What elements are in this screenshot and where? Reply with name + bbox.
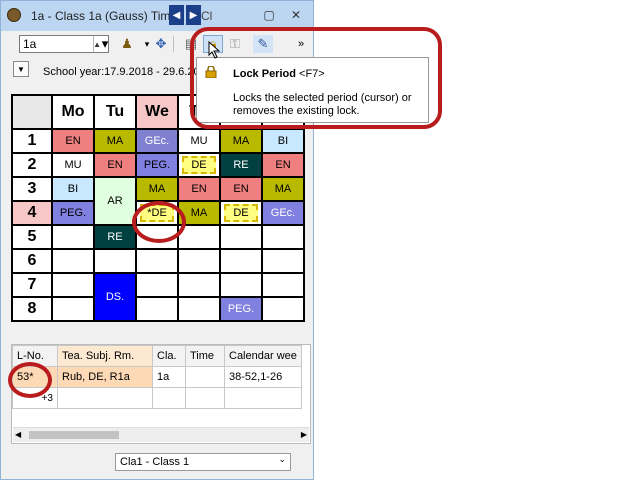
cell-empty	[152, 387, 186, 409]
empty-cell[interactable]	[261, 296, 305, 322]
class-list-select[interactable]: Cla1 - Class 1 ⌄	[115, 453, 291, 471]
scroll-right-icon[interactable]: ▶	[301, 430, 307, 439]
empty-cell[interactable]	[177, 296, 221, 322]
empty-cell[interactable]	[93, 248, 137, 274]
empty-cell[interactable]	[219, 248, 263, 274]
empty-cell[interactable]	[261, 272, 305, 298]
cell-empty	[57, 387, 153, 409]
class-select-value: 1a	[23, 37, 37, 51]
period-header-4[interactable]: 4	[11, 200, 53, 226]
lesson-cell[interactable]: EN	[177, 176, 221, 202]
highlight-ring-tooltip	[190, 27, 442, 129]
empty-cell[interactable]	[135, 296, 179, 322]
col-header-calendar-week[interactable]: Calendar wee	[224, 345, 302, 367]
toolbar-separator	[173, 36, 174, 52]
cell-teacher-subject-room[interactable]: Rub, DE, R1a	[57, 366, 153, 388]
scroll-thumb[interactable]	[29, 431, 119, 439]
cell-class[interactable]: 1a	[152, 366, 186, 388]
col-header-time[interactable]: Time	[185, 345, 225, 367]
lesson-cell[interactable]: GEc.	[135, 128, 179, 154]
lesson-cell[interactable]: PEG.	[135, 152, 179, 178]
empty-cell[interactable]	[177, 272, 221, 298]
cell-empty	[224, 387, 302, 409]
class-list-select-value: Cla1 - Class 1	[120, 456, 190, 468]
app-clock-icon	[7, 8, 21, 22]
lesson-cell[interactable]: MA	[135, 176, 179, 202]
empty-cell[interactable]	[51, 248, 95, 274]
empty-cell[interactable]	[51, 224, 95, 250]
lesson-cell[interactable]: PEG.	[51, 200, 95, 226]
lesson-cell-locked[interactable]: DE	[177, 152, 221, 178]
maximize-button[interactable]: ▢	[261, 7, 277, 23]
lesson-cell[interactable]: RE	[219, 152, 263, 178]
empty-cell[interactable]	[177, 248, 221, 274]
lesson-cell[interactable]: BI	[51, 176, 95, 202]
col-header-class[interactable]: Cla.	[152, 345, 186, 367]
lesson-cell[interactable]: AR	[93, 176, 137, 226]
move-icon[interactable]: ✥	[151, 35, 171, 53]
dropdown-arrow-icon[interactable]: ▾	[95, 35, 115, 53]
day-header-tu[interactable]: Tu	[93, 94, 137, 130]
lesson-cell[interactable]: PEG.	[219, 296, 263, 322]
prev-arrow-icon[interactable]: ◀	[169, 5, 184, 25]
lesson-cell[interactable]: MA	[261, 176, 305, 202]
school-year-label: School year:17.9.2018 - 29.6.201	[43, 66, 206, 78]
highlight-ring-lno	[8, 362, 52, 398]
horizontal-scrollbar[interactable]: ◀ ▶	[13, 427, 309, 442]
window-title-tail: Cl	[201, 9, 213, 23]
empty-cell[interactable]	[135, 272, 179, 298]
period-header-8[interactable]: 8	[11, 296, 53, 322]
period-header-2[interactable]: 2	[11, 152, 53, 178]
lesson-cell[interactable]: EN	[261, 152, 305, 178]
lesson-cell[interactable]: MU	[177, 128, 221, 154]
lesson-cell[interactable]: EN	[219, 176, 263, 202]
scroll-left-icon[interactable]: ◀	[15, 430, 21, 439]
empty-cell[interactable]	[219, 224, 263, 250]
next-arrow-icon[interactable]: ▶	[186, 5, 201, 25]
grid-corner	[11, 94, 53, 130]
col-header-teacher-subject-room[interactable]: Tea. Subj. Rm.	[57, 345, 153, 367]
teachers-icon[interactable]: ♟	[117, 35, 137, 53]
lesson-cell[interactable]: RE	[93, 224, 137, 250]
period-header-3[interactable]: 3	[11, 176, 53, 202]
empty-cell[interactable]	[135, 248, 179, 274]
window-title: 1a - Class 1a (Gauss) Timet	[31, 9, 181, 23]
period-header-1[interactable]: 1	[11, 128, 53, 154]
close-button[interactable]: ✕	[288, 7, 304, 23]
cell-time[interactable]	[185, 366, 225, 388]
cell-calendar-week[interactable]: 38-52,1-26	[224, 366, 302, 388]
lesson-cell-locked[interactable]: DE	[219, 200, 263, 226]
lesson-cell[interactable]: EN	[93, 152, 137, 178]
title-nav-arrows[interactable]: ◀ ▶	[169, 5, 201, 25]
lesson-cell[interactable]: DS.	[93, 272, 137, 322]
period-header-7[interactable]: 7	[11, 272, 53, 298]
empty-cell[interactable]	[51, 272, 95, 298]
empty-cell[interactable]	[261, 248, 305, 274]
lesson-cell[interactable]: MA	[93, 128, 137, 154]
cell-empty	[185, 387, 225, 409]
empty-cell[interactable]	[261, 224, 305, 250]
empty-cell[interactable]	[51, 296, 95, 322]
view-dropdown-icon[interactable]: ▼	[13, 61, 29, 77]
lesson-details-panel: L-No. Tea. Subj. Rm. Cla. Time Calendar …	[11, 344, 311, 444]
lesson-label: DE	[224, 204, 258, 222]
day-header-we[interactable]: We	[135, 94, 179, 130]
lesson-label: DE	[182, 156, 216, 174]
chevron-down-icon[interactable]: ⌄	[278, 454, 286, 465]
lesson-cell[interactable]: GEc.	[261, 200, 305, 226]
highlight-ring-lesson	[132, 201, 186, 243]
mouse-cursor-icon	[208, 41, 221, 59]
lesson-details-table: L-No. Tea. Subj. Rm. Cla. Time Calendar …	[12, 345, 302, 409]
period-header-5[interactable]: 5	[11, 224, 53, 250]
day-header-mo[interactable]: Mo	[51, 94, 95, 130]
lesson-cell[interactable]: MU	[51, 152, 95, 178]
lesson-cell[interactable]: BI	[261, 128, 305, 154]
empty-cell[interactable]	[219, 272, 263, 298]
period-header-6[interactable]: 6	[11, 248, 53, 274]
lesson-cell[interactable]: EN	[51, 128, 95, 154]
lesson-cell[interactable]: MA	[219, 128, 263, 154]
